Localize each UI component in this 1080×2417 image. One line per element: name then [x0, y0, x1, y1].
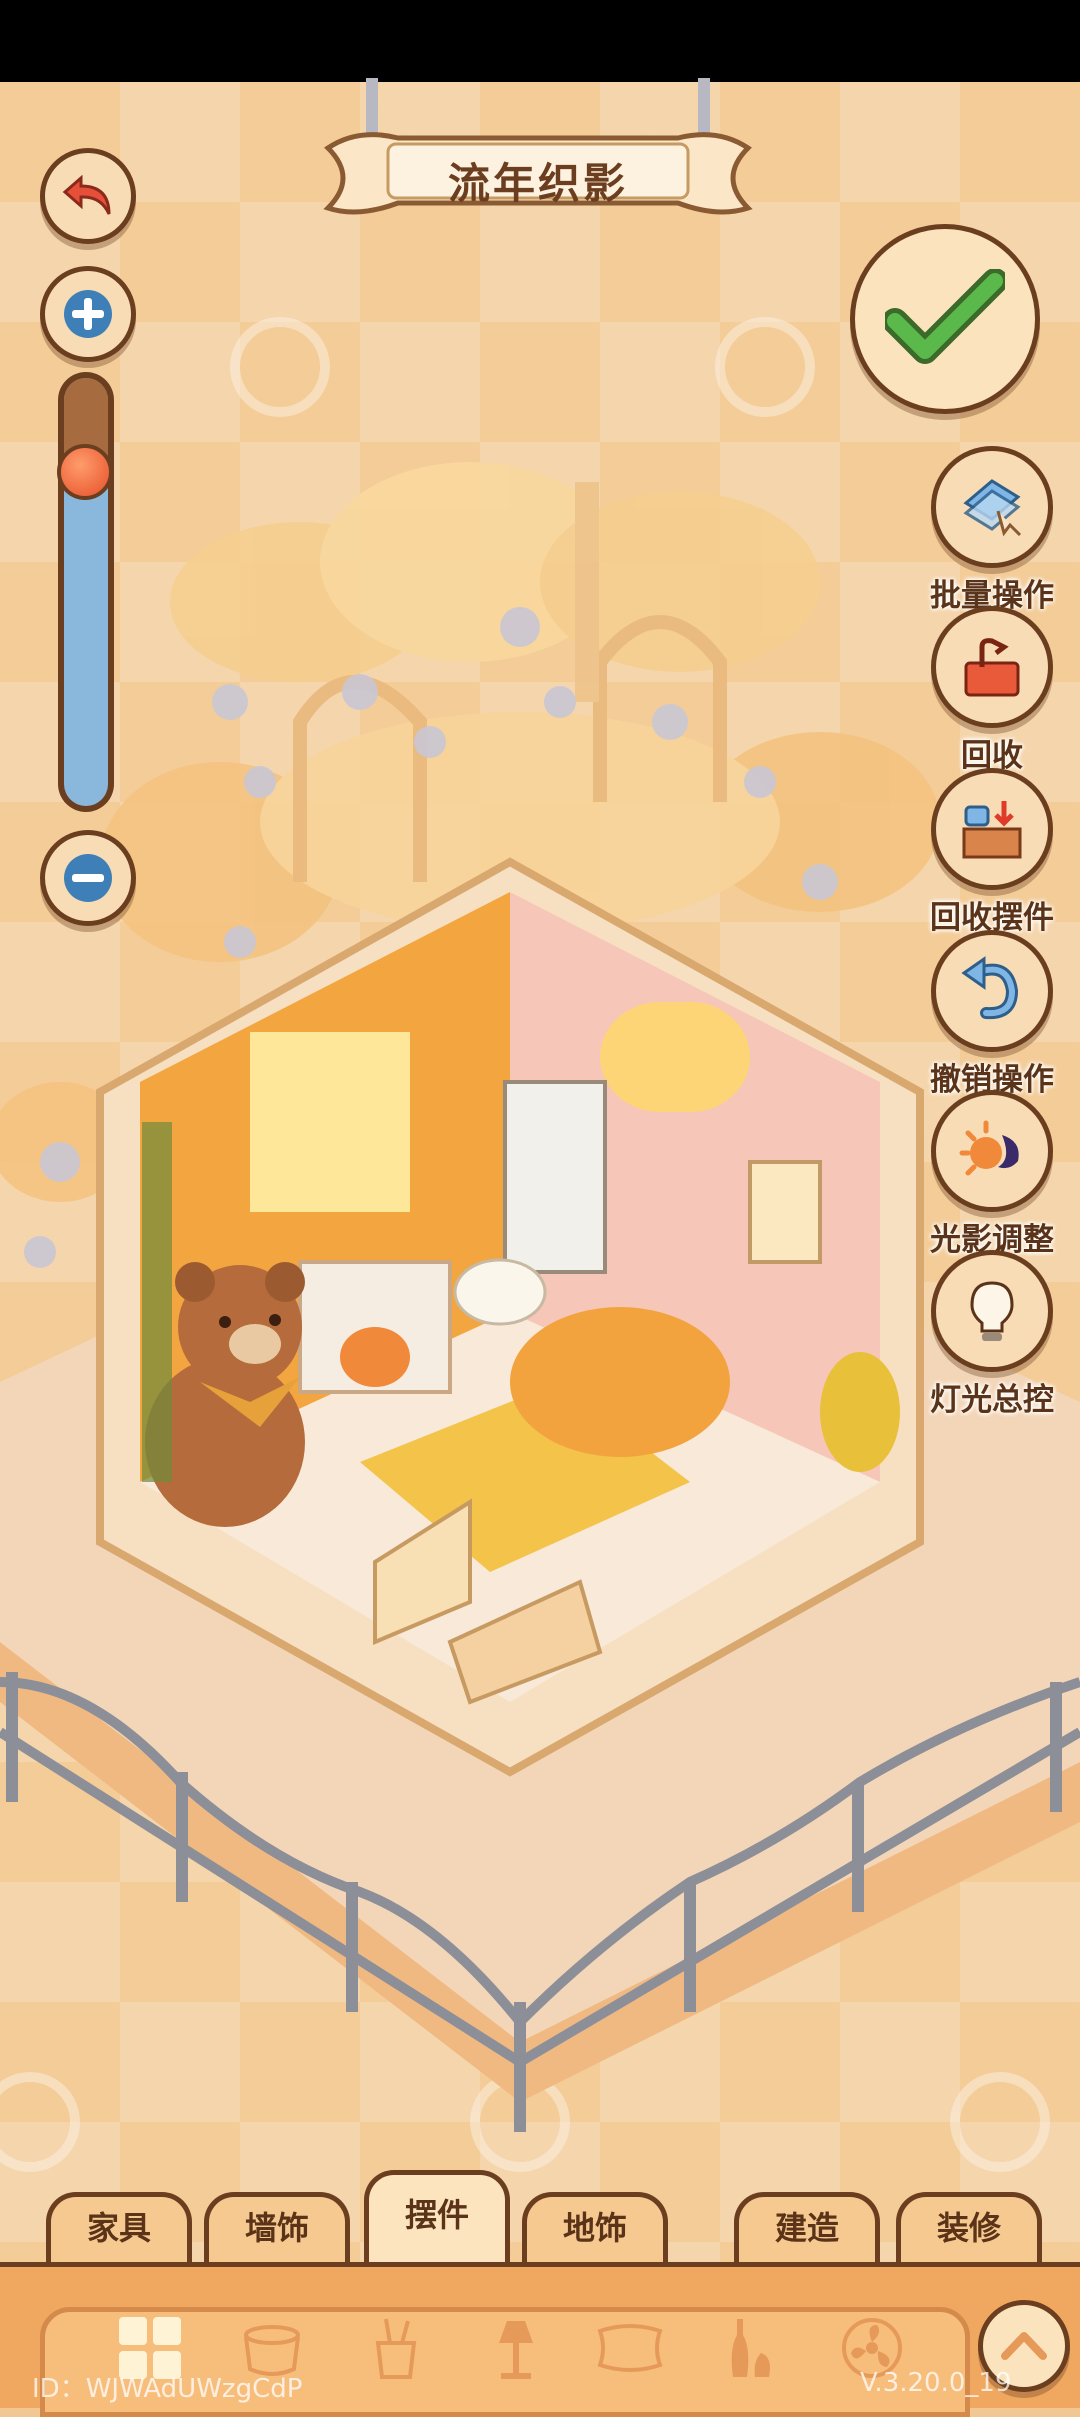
zoom-slider[interactable] [58, 372, 114, 812]
flower-plant [820, 1352, 900, 1472]
plus-icon [64, 290, 112, 338]
version-label: V.3.20.0_19 [860, 2368, 1012, 2398]
chevron-up-icon [1001, 2332, 1047, 2360]
recycle-button[interactable] [931, 606, 1053, 728]
light-master-button[interactable] [931, 1250, 1053, 1372]
undo-operation-button[interactable] [931, 930, 1053, 1052]
memo-board [503, 1080, 607, 1274]
title-sign: 流年织影 [318, 78, 758, 238]
player-id: ID：WJWAdUWzgCdP [32, 2374, 303, 2404]
lightbulb-icon [970, 1281, 1014, 1341]
category-pillow[interactable] [590, 2308, 670, 2388]
status-bar [0, 0, 1080, 82]
sheep-toy [453, 1258, 547, 1326]
batch-operation-button[interactable] [931, 446, 1053, 568]
zoom-slider-handle[interactable] [57, 444, 113, 500]
undo-operation-tool[interactable]: 撤销操作 [912, 930, 1072, 1099]
arched-window [600, 1002, 750, 1112]
category-vase[interactable] [710, 2308, 790, 2388]
recycle-tool[interactable]: 回收 [912, 606, 1072, 775]
tab-furniture[interactable]: 家具 [46, 2192, 192, 2262]
vine-decor [142, 1122, 172, 1482]
tab-renovate[interactable]: 装修 [896, 2192, 1042, 2262]
light-shadow-button[interactable] [931, 1090, 1053, 1212]
zoom-in-button[interactable] [40, 266, 136, 362]
vase-icon [731, 2319, 770, 2377]
category-lamp[interactable] [476, 2308, 556, 2388]
tab-wall-decor[interactable]: 墙饰 [204, 2192, 350, 2262]
checkmark-icon [885, 269, 1005, 364]
tab-floor-decor[interactable]: 地饰 [522, 2192, 668, 2262]
window [250, 1032, 410, 1212]
recycle-icon [964, 638, 1020, 697]
bean-bag [510, 1307, 730, 1457]
recycle-ornaments-button[interactable] [931, 768, 1053, 890]
recycle-ornaments-icon [962, 801, 1022, 859]
batch-operation-tool[interactable]: 批量操作 [912, 446, 1072, 615]
brush-cup-icon [375, 2318, 417, 2379]
tool-label: 灯光总控 [930, 1382, 1054, 1418]
wall-frame [748, 1160, 822, 1264]
back-button[interactable] [40, 148, 136, 244]
batch-select-icon [963, 479, 1022, 537]
tab-ornaments[interactable]: 摆件 [364, 2170, 510, 2270]
confirm-button[interactable] [850, 224, 1040, 414]
light-master-tool[interactable]: 灯光总控 [912, 1250, 1072, 1419]
undo-icon [961, 956, 1019, 1020]
recycle-ornaments-tool[interactable]: 回收摆件 [912, 768, 1072, 937]
tab-build[interactable]: 建造 [734, 2192, 880, 2262]
page-title: 流年织影 [447, 159, 628, 208]
minus-icon [64, 854, 112, 902]
light-shadow-icon [959, 1120, 1019, 1176]
undo-arrow-icon [62, 174, 111, 215]
zoom-out-button[interactable] [40, 830, 136, 926]
pillow-icon [597, 2324, 663, 2372]
light-shadow-tool[interactable]: 光影调整 [912, 1090, 1072, 1259]
lamp-icon [499, 2321, 533, 2379]
category-brush-cup[interactable] [356, 2308, 436, 2388]
